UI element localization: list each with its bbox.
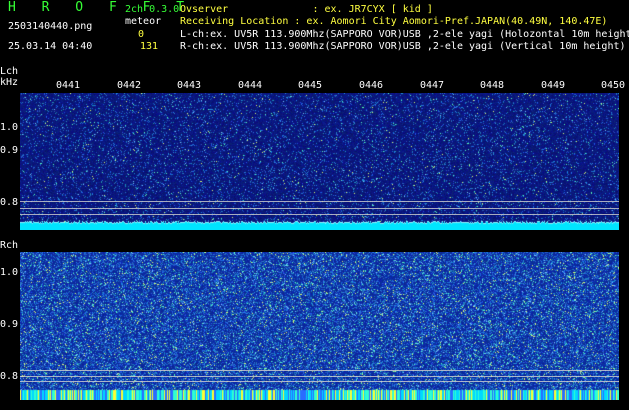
time-label: 0442 (117, 80, 142, 91)
time-label: 0447 (420, 80, 445, 91)
rch-grid-line (20, 381, 619, 382)
lch-waterfall (20, 93, 619, 230)
lch-info-line: L-ch:ex. UV5R 113.900Mhz(SAPPORO VOR)USB… (180, 29, 629, 40)
time-label: 0449 (541, 80, 566, 91)
rch-info-line: R-ch:ex. UV5R 113.900Mhz(SAPPORO VOR)USB… (180, 41, 626, 52)
meteor-count-l: 0 (138, 29, 145, 40)
rch-grid-line (20, 370, 619, 371)
rch-ytick-1: 1.0 (0, 267, 19, 278)
lch-spectrogram (20, 93, 619, 230)
date-time: 25.03.14 04:40 (8, 41, 93, 52)
rch-grid-line (20, 376, 619, 377)
meteor-count-r: 131 (140, 41, 159, 52)
time-label: 0446 (359, 80, 384, 91)
lch-grid-line (20, 214, 619, 215)
lch-ytick-3: 0.8 (0, 197, 19, 208)
rch-spectrogram (20, 252, 619, 400)
lch-unit: kHz (0, 77, 19, 88)
lch-grid-line (20, 201, 619, 202)
time-label: 0441 (56, 80, 81, 91)
rch-label: Rch (0, 240, 19, 251)
time-label: 0443 (177, 80, 202, 91)
rch-ytick-2: 0.9 (0, 319, 19, 330)
time-label: 0448 (480, 80, 505, 91)
time-label: 0444 (238, 80, 263, 91)
time-label: 0450 (601, 80, 626, 91)
location-line: Receiving Location : ex. Aomori City Aom… (180, 16, 608, 27)
observer-line: Ovserver : ex. JR7CYX [ kid ] (180, 4, 433, 15)
lch-ytick-2: 0.9 (0, 145, 19, 156)
mode-label: 2ch 0.3.0 (125, 4, 180, 15)
rch-waterfall (20, 252, 619, 400)
file-name: 2503140440.png (8, 21, 93, 32)
lch-ytick-1: 1.0 (0, 122, 19, 133)
rch-ytick-3: 0.8 (0, 371, 19, 382)
meteor-label: meteor (125, 16, 162, 27)
header: H R O F F T 2ch 0.3.0 2503140440.png met… (0, 0, 629, 80)
time-label: 0445 (298, 80, 323, 91)
lch-label: Lch (0, 66, 19, 77)
lch-grid-line (20, 208, 619, 209)
